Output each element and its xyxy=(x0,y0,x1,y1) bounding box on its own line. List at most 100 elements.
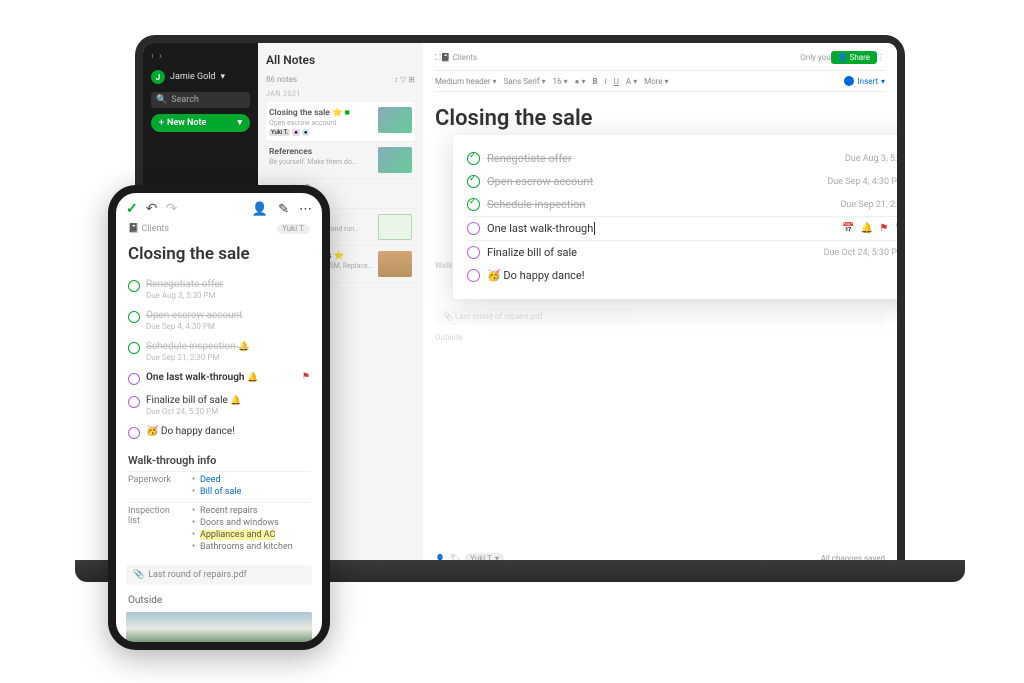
section-heading: Walk-through info xyxy=(116,444,322,471)
task-checkbox[interactable] xyxy=(467,175,480,188)
style-icon[interactable]: ✎ xyxy=(278,202,289,217)
breadcrumb-notebook[interactable]: 📓 Clients xyxy=(128,224,169,234)
assignee-pill[interactable]: Yuki T. xyxy=(277,224,310,234)
task-checkbox[interactable] xyxy=(467,198,480,211)
phone-toolbar: ✓ ↶ ↷ 👤 ✎ ⋯ xyxy=(116,193,322,222)
task-due: Due Sep 4, 4:30 PM xyxy=(827,177,897,187)
more-format-button[interactable]: More ▾ xyxy=(644,77,668,86)
phone-screen: ✓ ↶ ↷ 👤 ✎ ⋯ 📓 Clients Yuki T. Closing th… xyxy=(116,193,322,642)
image-attachment[interactable] xyxy=(126,612,312,642)
task-due: Due Aug 3, 5:30 PM xyxy=(845,154,897,164)
bell-icon: 🔔 xyxy=(238,342,249,352)
link[interactable]: Bill of sale xyxy=(200,487,241,497)
task-checkbox[interactable] xyxy=(128,342,140,354)
task-row[interactable]: Schedule inspection Due Sep 21, 2:30 PM xyxy=(467,193,897,216)
task-checkbox[interactable] xyxy=(467,269,480,282)
phone-task-list: Renegotiate offerDue Aug 3, 5:30 PM Open… xyxy=(116,274,322,444)
attachment-pdf[interactable]: 📎 Last round of repairs.pdf xyxy=(126,565,312,585)
bold-button[interactable]: B xyxy=(592,77,597,86)
task-text-input[interactable]: One last walk-through xyxy=(487,222,835,235)
list-item: Appliances and AC xyxy=(192,530,310,540)
task-checkbox[interactable] xyxy=(467,246,480,259)
undo-button[interactable]: ↶ xyxy=(146,201,158,217)
task-row[interactable]: Finalize bill of sale Due Oct 24, 5:30 P… xyxy=(467,241,897,264)
task-row[interactable]: Schedule inspection 🔔Due Sep 21, 2:30 PM xyxy=(128,336,310,367)
task-row[interactable]: One last walk-through 🔔 ⚑ xyxy=(128,367,310,390)
list-item: Recent repairs xyxy=(192,506,310,516)
user-name: Jamie Gold xyxy=(170,72,215,82)
list-item: Doors and windows xyxy=(192,518,310,528)
avatar: J xyxy=(151,70,165,84)
redo-button[interactable]: ↷ xyxy=(165,201,177,217)
task-text: Schedule inspection xyxy=(487,198,833,211)
link[interactable]: Deed xyxy=(200,475,221,485)
bell-icon[interactable]: 🔔 xyxy=(861,223,873,234)
task-checkbox[interactable] xyxy=(128,280,140,292)
task-row-active[interactable]: One last walk-through 📅 🔔 ⚑ 🗑 ⋯ xyxy=(467,216,897,241)
more-icon[interactable]: ⋮ xyxy=(877,53,885,62)
task-row[interactable]: Finalize bill of sale 🔔Due Oct 24, 5:30 … xyxy=(128,390,310,421)
more-icon[interactable]: ⋯ xyxy=(299,202,312,217)
color-picker[interactable]: ● ▾ xyxy=(575,77,586,86)
note-list-title: All Notes xyxy=(266,53,415,67)
flag-icon[interactable]: ⚑ xyxy=(879,223,888,234)
person-icon[interactable]: 👤 xyxy=(252,202,268,217)
note-card-preview: Open escrow account xyxy=(269,119,374,127)
task-row[interactable]: Renegotiate offerDue Aug 3, 5:30 PM xyxy=(128,274,310,305)
nav-arrows[interactable]: ‹ › xyxy=(151,51,250,62)
bell-icon: 🔔 xyxy=(230,396,241,406)
header-dropdown[interactable]: Medium header ▾ xyxy=(435,77,497,86)
task-checkbox[interactable] xyxy=(467,152,480,165)
note-title[interactable]: Closing the sale xyxy=(116,236,322,274)
table-header: Inspection list xyxy=(128,506,180,554)
list-item: Bathrooms and kitchen xyxy=(192,542,310,552)
chevron-down-icon: ▾ xyxy=(237,118,242,128)
list-options-icon[interactable]: ↕ ▽ ⊞ xyxy=(394,75,415,84)
task-row[interactable]: Open escrow account Due Sep 4, 4:30 PM 📌 xyxy=(467,170,897,193)
task-checkbox[interactable] xyxy=(128,396,140,408)
editor-toolbar: Medium header ▾ Sans Serif ▾ 16 ▾ ● ▾ B … xyxy=(435,70,885,92)
share-button[interactable]: 👤 Share xyxy=(831,51,877,64)
task-checkbox[interactable] xyxy=(128,373,140,385)
task-text: 🥳 Do happy dance! xyxy=(487,269,897,282)
task-row[interactable]: Renegotiate offer Due Aug 3, 5:30 PM xyxy=(467,147,897,170)
flag-icon: ⚑ xyxy=(302,372,310,382)
plus-icon: + xyxy=(159,118,164,128)
note-title[interactable]: Closing the sale xyxy=(435,106,885,131)
task-checkbox[interactable] xyxy=(467,222,480,235)
italic-button[interactable]: I xyxy=(605,77,607,86)
search-placeholder: Search xyxy=(171,95,199,105)
task-text: Finalize bill of sale xyxy=(487,246,817,259)
note-thumbnail xyxy=(378,214,412,240)
calendar-icon[interactable]: 📅 xyxy=(842,223,854,234)
task-due: Due Sep 21, 2:30 PM xyxy=(840,200,897,210)
insert-button[interactable]: Insert ▾ xyxy=(844,76,885,86)
task-row[interactable]: Open escrow accountDue Sep 4, 4:30 PM xyxy=(128,305,310,336)
new-note-label: New Note xyxy=(167,118,206,128)
info-table: Paperwork Deed Bill of sale Inspection l… xyxy=(116,471,322,557)
search-icon: 🔍 xyxy=(156,95,167,105)
size-dropdown[interactable]: 16 ▾ xyxy=(553,77,568,86)
user-menu[interactable]: J Jamie Gold ▾ xyxy=(151,70,250,84)
highlight-button[interactable]: A ▾ xyxy=(626,77,637,86)
note-card[interactable]: Closing the sale ⭐ ■ Open escrow account… xyxy=(266,102,415,142)
new-note-button[interactable]: + New Note ▾ xyxy=(151,114,250,132)
breadcrumb-notebook[interactable]: Clients xyxy=(453,53,478,62)
task-checkbox[interactable] xyxy=(128,311,140,323)
task-row[interactable]: 🥳 Do happy dance! xyxy=(128,421,310,444)
task-checkbox[interactable] xyxy=(128,427,140,439)
done-button[interactable]: ✓ xyxy=(126,201,138,217)
note-card[interactable]: ReferencesBe yourself. Make them do… xyxy=(266,142,415,179)
editor-panel: ⛶ 📓 Clients Only you 👤 Share ⋮ Medium he… xyxy=(423,43,897,570)
table-header: Paperwork xyxy=(128,475,180,499)
task-text: Open escrow account xyxy=(487,175,820,188)
trash-icon[interactable]: 🗑 xyxy=(894,223,897,234)
underline-button[interactable]: U xyxy=(614,77,619,86)
task-row[interactable]: 🥳 Do happy dance! xyxy=(467,264,897,287)
font-dropdown[interactable]: Sans Serif ▾ xyxy=(504,77,546,86)
search-input[interactable]: 🔍 Search xyxy=(151,92,250,108)
task-due: Due Oct 24, 5:30 PM xyxy=(824,248,897,258)
note-thumbnail xyxy=(378,107,412,133)
section-label: Outside xyxy=(116,593,322,608)
note-thumbnail xyxy=(378,251,412,277)
